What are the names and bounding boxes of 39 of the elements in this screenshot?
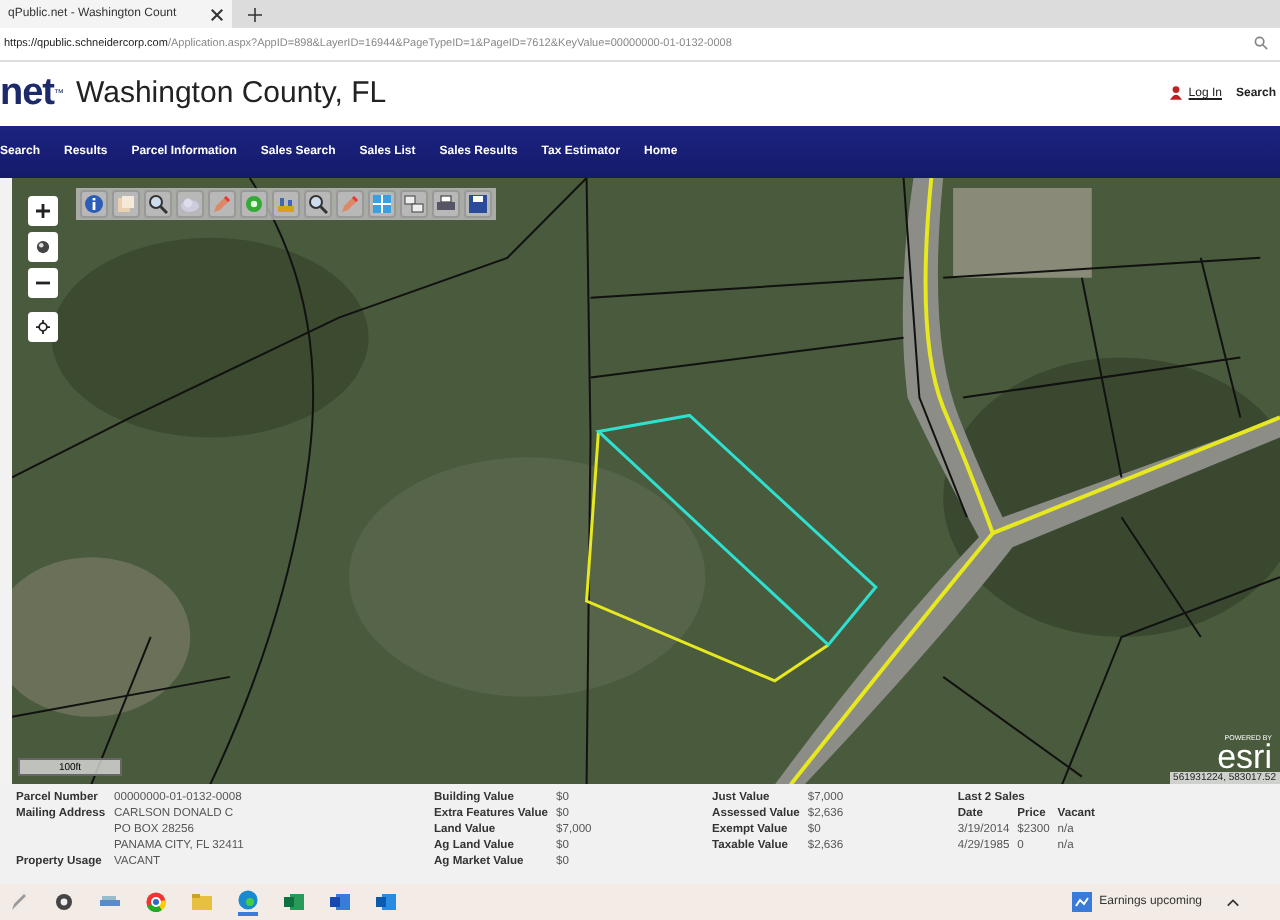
- crosshair-icon: [36, 319, 50, 334]
- magnifier-icon: [148, 193, 168, 214]
- pencil-icon: [212, 193, 232, 214]
- grid-icon: [372, 193, 392, 214]
- save-icon: [468, 193, 488, 214]
- tool-button[interactable]: [80, 189, 108, 218]
- user-icon: [1170, 86, 1183, 101]
- news-icon[interactable]: [1071, 892, 1092, 912]
- document-icon[interactable]: [330, 892, 350, 912]
- zoom-in-button[interactable]: [28, 195, 58, 226]
- tool-button[interactable]: [464, 189, 492, 218]
- logo-text: net: [0, 71, 54, 116]
- mail-icon[interactable]: [376, 892, 396, 912]
- browser-icon[interactable]: [146, 892, 166, 912]
- tool-button[interactable]: [304, 189, 332, 218]
- tool-button[interactable]: [432, 189, 460, 218]
- esri-logo: esri: [1217, 742, 1272, 773]
- taskbar-app[interactable]: [238, 889, 258, 915]
- plus-icon[interactable]: [248, 7, 262, 21]
- close-icon[interactable]: [210, 7, 224, 21]
- windows-icon: [404, 193, 424, 214]
- pencil-icon: [340, 193, 360, 214]
- plus-icon: [36, 203, 50, 218]
- site-title: Washington County, FL: [76, 76, 387, 111]
- browser-icon: [238, 889, 258, 909]
- spreadsheet-icon[interactable]: [284, 892, 304, 912]
- printer-icon: [436, 193, 456, 214]
- chart-icon: [276, 193, 296, 214]
- globe-icon: [36, 239, 50, 254]
- search-icon[interactable]: [1254, 36, 1268, 51]
- chevron-up-icon[interactable]: [1226, 895, 1240, 909]
- globe-button[interactable]: [28, 231, 58, 262]
- tool-button[interactable]: [144, 189, 172, 218]
- pages-icon: [116, 193, 136, 214]
- zoom-out-button[interactable]: [28, 267, 58, 298]
- info-icon: [84, 193, 104, 214]
- locate-button[interactable]: [28, 311, 58, 342]
- magnifier-icon: [308, 193, 328, 214]
- cloud-icon: [180, 193, 200, 214]
